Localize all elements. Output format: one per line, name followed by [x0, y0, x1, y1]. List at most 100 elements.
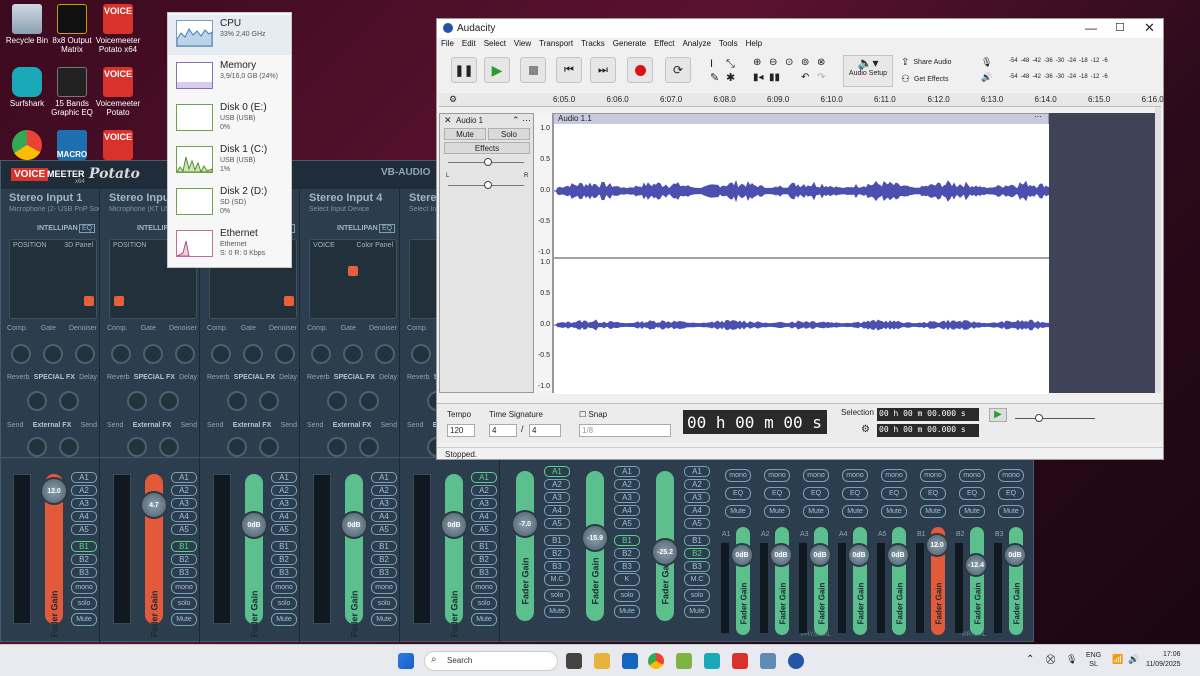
bus-button-b1[interactable]: B1 — [471, 541, 497, 552]
fader-gain-knob[interactable]: 12.0 — [40, 477, 68, 505]
bus-button-a4[interactable]: A4 — [371, 511, 397, 522]
fader-gain-knob[interactable]: -7.0 — [511, 510, 539, 538]
mute-button[interactable]: Mute — [881, 505, 907, 518]
bus-button-a3[interactable]: A3 — [614, 492, 640, 503]
comp-knob[interactable] — [311, 344, 331, 364]
send1-knob[interactable] — [27, 437, 47, 457]
fader-gain-knob[interactable]: 0dB — [440, 511, 468, 539]
selection-end[interactable]: 00 h 00 m 00.000 s — [877, 424, 979, 437]
mute-button[interactable]: Mute — [684, 605, 710, 618]
strip-title[interactable]: Stereo Input 1 — [9, 192, 82, 204]
bus-fader-knob[interactable]: -12.4 — [964, 553, 988, 577]
track-menu-icon[interactable]: ⌃ ⋯ — [512, 115, 531, 126]
bus-button-b1[interactable]: B1 — [371, 541, 397, 552]
mono-button[interactable]: mono — [71, 581, 97, 594]
bus-button-a4[interactable]: A4 — [171, 511, 197, 522]
mute-button[interactable]: Mute — [544, 605, 570, 618]
eq-button[interactable]: EQ — [842, 487, 868, 500]
menu-tools[interactable]: Tools — [719, 39, 738, 53]
mute-button[interactable]: Mute — [171, 613, 197, 626]
bus-fader-knob[interactable]: 0dB — [1003, 543, 1027, 567]
bus-button-b1[interactable]: B1 — [171, 541, 197, 552]
mute-button[interactable]: Mute — [725, 505, 751, 518]
pan-position-dot[interactable] — [114, 296, 124, 306]
menu-select[interactable]: Select — [484, 39, 506, 53]
bus-button-a5[interactable]: A5 — [471, 524, 497, 535]
mute-button[interactable]: Mute — [959, 505, 985, 518]
bus-button-a2[interactable]: A2 — [471, 485, 497, 496]
bus-button-a4[interactable]: A4 — [271, 511, 297, 522]
denoiser-knob[interactable] — [275, 344, 295, 364]
mute-button[interactable]: Mute — [371, 613, 397, 626]
draw-tool-icon[interactable]: ✎ — [710, 71, 719, 85]
bus-button-b3[interactable]: B3 — [171, 567, 197, 578]
chrome-taskbar-icon[interactable] — [648, 653, 664, 669]
bus-button-a3[interactable]: A3 — [171, 498, 197, 509]
strip-title[interactable]: Stereo Input 4 — [309, 192, 382, 204]
pan-position-dot[interactable] — [284, 296, 294, 306]
denoiser-knob[interactable] — [375, 344, 395, 364]
desktop-icon-voicemeeter-2[interactable]: VOICE — [91, 130, 145, 162]
menu-tracks[interactable]: Tracks — [581, 39, 605, 53]
bus-button-a4[interactable]: A4 — [71, 511, 97, 522]
mute-button[interactable]: Mute — [71, 613, 97, 626]
denoiser-knob[interactable] — [75, 344, 95, 364]
menu-view[interactable]: View — [514, 39, 531, 53]
file-explorer-icon[interactable] — [594, 653, 610, 669]
mono-button[interactable]: mono — [803, 469, 829, 482]
menu-edit[interactable]: Edit — [462, 39, 476, 53]
multi-tool-icon[interactable]: ✱ — [726, 71, 735, 85]
track-solo-button[interactable]: Solo — [488, 128, 530, 140]
fader-gain-knob[interactable]: 4.7 — [140, 491, 168, 519]
solo-button[interactable]: solo — [171, 597, 197, 610]
bus-button-a2[interactable]: A2 — [71, 485, 97, 496]
bus-fader-knob[interactable]: 12.0 — [925, 533, 949, 557]
skip-end-button[interactable]: ⏭ — [590, 57, 616, 83]
bus-button-a1[interactable]: A1 — [71, 472, 97, 483]
track-mute-button[interactable]: Mute — [444, 128, 486, 140]
share-audio-button[interactable]: ⇪ Share Audio — [901, 55, 967, 70]
selection-start[interactable]: 00 h 00 m 00.000 s — [877, 408, 979, 421]
bus-button-a3[interactable]: A3 — [371, 498, 397, 509]
mc-button[interactable]: M.C — [684, 573, 710, 586]
mute-button[interactable]: Mute — [271, 613, 297, 626]
gate-knob[interactable] — [43, 344, 63, 364]
bus-button-b2[interactable]: B2 — [271, 554, 297, 565]
empty-track-area[interactable] — [1049, 113, 1155, 393]
reverb-knob[interactable] — [327, 391, 347, 411]
eq-button[interactable]: EQ — [920, 487, 946, 500]
send2-knob[interactable] — [359, 437, 379, 457]
menu-analyze[interactable]: Analyze — [682, 39, 710, 53]
mute-button[interactable]: Mute — [614, 605, 640, 618]
mute-button[interactable]: Mute — [803, 505, 829, 518]
wifi-icon[interactable]: 📶 — [1112, 654, 1123, 665]
eq-button[interactable]: EQ — [79, 224, 96, 233]
send2-knob[interactable] — [259, 437, 279, 457]
bus-button-a5[interactable]: A5 — [544, 518, 570, 529]
strip-device[interactable]: Select Input Device — [309, 206, 399, 213]
pause-button[interactable]: ❚❚ — [451, 57, 477, 83]
bus-button-b1[interactable]: B1 — [544, 535, 570, 546]
track-close-icon[interactable]: ✕ — [444, 115, 452, 126]
bus-button-b2[interactable]: B2 — [684, 548, 710, 559]
tm-row-disk1[interactable]: Disk 1 (C:) USB (USB) 1% — [168, 141, 291, 181]
audio-setup-button[interactable]: 🔈▾ Audio Setup — [843, 55, 893, 87]
bus-button-a5[interactable]: A5 — [684, 518, 710, 529]
fit-selection-icon[interactable]: ⊙ — [785, 57, 793, 68]
send1-knob[interactable] — [127, 437, 147, 457]
delay-knob[interactable] — [159, 391, 179, 411]
send2-knob[interactable] — [59, 437, 79, 457]
bus-button-a4[interactable]: A4 — [471, 511, 497, 522]
trim-icon[interactable]: ▮◂ — [753, 72, 764, 83]
mono-button[interactable]: mono — [764, 469, 790, 482]
vertical-scrollbar[interactable] — [1155, 107, 1161, 393]
menu-effect[interactable]: Effect — [654, 39, 674, 53]
start-icon[interactable] — [398, 653, 414, 669]
bus-button-b1[interactable]: B1 — [271, 541, 297, 552]
redo-icon[interactable]: ↷ — [817, 72, 825, 83]
task-view-icon[interactable] — [566, 653, 582, 669]
bus-button-a1[interactable]: A1 — [271, 472, 297, 483]
time-sig-denominator[interactable]: 4 — [529, 424, 561, 437]
strip-device[interactable]: Microphone (2- USB PnP Sour — [9, 206, 99, 213]
bus-button-a4[interactable]: A4 — [684, 505, 710, 516]
